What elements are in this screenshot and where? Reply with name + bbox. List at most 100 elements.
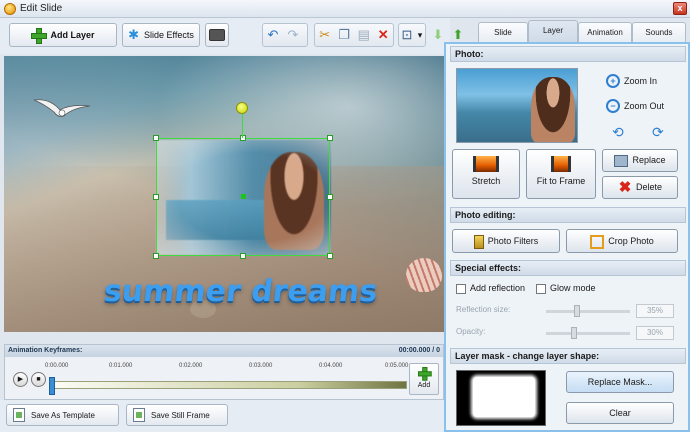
resize-handle-top[interactable] — [240, 135, 246, 141]
zoom-in-label: Zoom In — [624, 76, 658, 86]
cut-icon[interactable]: ✂ — [315, 27, 335, 43]
zoom-out-label: Zoom Out — [624, 101, 665, 111]
resize-handle-left[interactable] — [153, 194, 159, 200]
grid-dropdown[interactable]: ⊡ ▾ — [398, 23, 426, 47]
add-keyframe-button[interactable]: Add — [409, 363, 439, 395]
plus-icon — [418, 367, 432, 381]
add-layer-label: Add Layer — [50, 30, 95, 40]
rotate-stem — [242, 114, 243, 138]
reflection-size-slider[interactable] — [546, 310, 630, 313]
resize-handle-top-left[interactable] — [153, 135, 159, 141]
timeline-title: Animation Keyframes: — [8, 347, 83, 354]
reflection-size-thumb[interactable] — [574, 305, 580, 317]
reflection-size-value[interactable]: 35% — [636, 304, 674, 318]
keyframe-track[interactable] — [51, 381, 407, 389]
crop-photo-button[interactable]: Crop Photo — [566, 229, 678, 253]
undo-icon[interactable]: ↶ — [263, 27, 283, 43]
reflection-size-label: Reflection size: — [456, 305, 511, 314]
stretch-button[interactable]: Stretch — [452, 149, 520, 199]
clear-mask-button[interactable]: Clear — [566, 402, 674, 424]
tab-slide[interactable]: Slide — [478, 22, 528, 44]
copy-icon[interactable]: ❐ — [335, 27, 355, 43]
replace-label: Replace — [632, 155, 666, 165]
tab-animation[interactable]: Animation — [578, 22, 632, 44]
center-point[interactable] — [241, 194, 246, 199]
plus-icon — [31, 28, 48, 44]
layer-properties-panel: Photo: + Zoom In − Zoom Out ⟲ ⟳ Stretch … — [444, 42, 690, 432]
glow-mode-checkbox[interactable] — [536, 284, 546, 294]
resize-handle-bottom-left[interactable] — [153, 253, 159, 259]
chevron-down-icon: ▾ — [417, 29, 423, 40]
fit-to-frame-icon — [551, 156, 571, 172]
stretch-icon — [473, 156, 499, 172]
redo-icon[interactable]: ↷ — [283, 27, 303, 43]
replace-mask-button[interactable]: Replace Mask... — [566, 371, 674, 393]
mask-shape — [473, 377, 535, 417]
slide-effects-button[interactable]: ✱ Slide Effects — [122, 23, 200, 47]
photo-filters-button[interactable]: Photo Filters — [452, 229, 560, 253]
zoom-out-button[interactable]: − Zoom Out — [606, 99, 664, 113]
rotate-left-icon[interactable]: ⟲ — [612, 124, 628, 140]
filters-icon — [473, 234, 484, 249]
resize-handle-right[interactable] — [327, 194, 333, 200]
picture-icon — [133, 408, 145, 422]
zoom-in-icon: + — [606, 74, 620, 88]
playhead-marker[interactable] — [49, 377, 55, 395]
delete-icon[interactable]: ✕ — [374, 27, 394, 43]
photo-thumbnail — [456, 68, 578, 143]
tab-sounds[interactable]: Sounds — [632, 22, 686, 44]
move-down-icon[interactable]: ⬇ — [428, 27, 448, 43]
opacity-value[interactable]: 30% — [636, 326, 674, 340]
seagull-image — [33, 99, 91, 117]
save-still-frame-label: Save Still Frame — [151, 410, 210, 420]
close-button[interactable]: x — [673, 2, 687, 15]
slide-canvas[interactable]: summer dreams — [4, 56, 444, 332]
opacity-thumb[interactable] — [571, 327, 577, 339]
zoom-in-button[interactable]: + Zoom In — [606, 74, 657, 88]
template-icon — [13, 408, 25, 422]
crop-icon — [590, 234, 605, 249]
video-camera-icon — [209, 29, 225, 41]
replace-button[interactable]: Replace — [602, 149, 678, 172]
photo-editing-header: Photo editing: — [450, 207, 686, 223]
animation-timeline: Animation Keyframes: 00:00.000 / 0 ▶ ■ 0… — [4, 344, 444, 400]
add-reflection-checkbox[interactable] — [456, 284, 466, 294]
tick-label: 0:01.000 — [109, 363, 133, 369]
save-as-template-button[interactable]: Save As Template — [6, 404, 119, 426]
tick-label: 0:00.000 — [45, 363, 69, 369]
layer-mask-header: Layer mask - change layer shape: — [450, 348, 686, 364]
fit-to-frame-button[interactable]: Fit to Frame — [526, 149, 596, 199]
tick-label: 0:04.000 — [319, 363, 343, 369]
photo-section-header: Photo: — [450, 46, 686, 62]
opacity-slider[interactable] — [546, 332, 630, 335]
rotate-right-icon[interactable]: ⟳ — [652, 124, 668, 140]
add-reflection-label: Add reflection — [470, 283, 526, 293]
seashell-image — [406, 258, 442, 292]
special-effects-header: Special effects: — [450, 260, 686, 276]
add-keyframe-label: Add — [417, 382, 431, 389]
thumbnail-subject — [531, 77, 575, 142]
delete-label: Delete — [635, 182, 662, 192]
play-button[interactable]: ▶ — [13, 372, 28, 387]
window-title: Edit Slide — [20, 3, 63, 14]
resize-handle-bottom[interactable] — [240, 253, 246, 259]
rotate-handle[interactable] — [236, 102, 248, 114]
save-still-frame-button[interactable]: Save Still Frame — [126, 404, 228, 426]
title-bar: Edit Slide x — [0, 0, 690, 18]
move-up-icon[interactable]: ⬆ — [448, 27, 468, 43]
add-layer-button[interactable]: Add Layer — [9, 23, 117, 47]
paste-icon[interactable]: ▤ — [354, 27, 374, 43]
delete-button[interactable]: ✖ Delete — [602, 176, 678, 199]
text-layer-summer-dreams[interactable]: summer dreams — [102, 274, 379, 309]
stop-button[interactable]: ■ — [31, 372, 46, 387]
effects-star-icon: ✱ — [128, 27, 140, 42]
photo-filters-label: Photo Filters — [487, 236, 539, 246]
stretch-label: Stretch — [471, 176, 501, 186]
timeline-time: 00:00.000 / 0 — [398, 347, 440, 354]
timeline-ruler[interactable]: 0:00.000 0:01.000 0:02.000 0:03.000 0:04… — [45, 359, 408, 397]
resize-handle-bottom-right[interactable] — [327, 253, 333, 259]
video-button[interactable] — [205, 23, 229, 47]
resize-handle-top-right[interactable] — [327, 135, 333, 141]
slide-effects-label: Slide Effects — [144, 30, 194, 40]
mask-thumbnail — [456, 370, 546, 426]
